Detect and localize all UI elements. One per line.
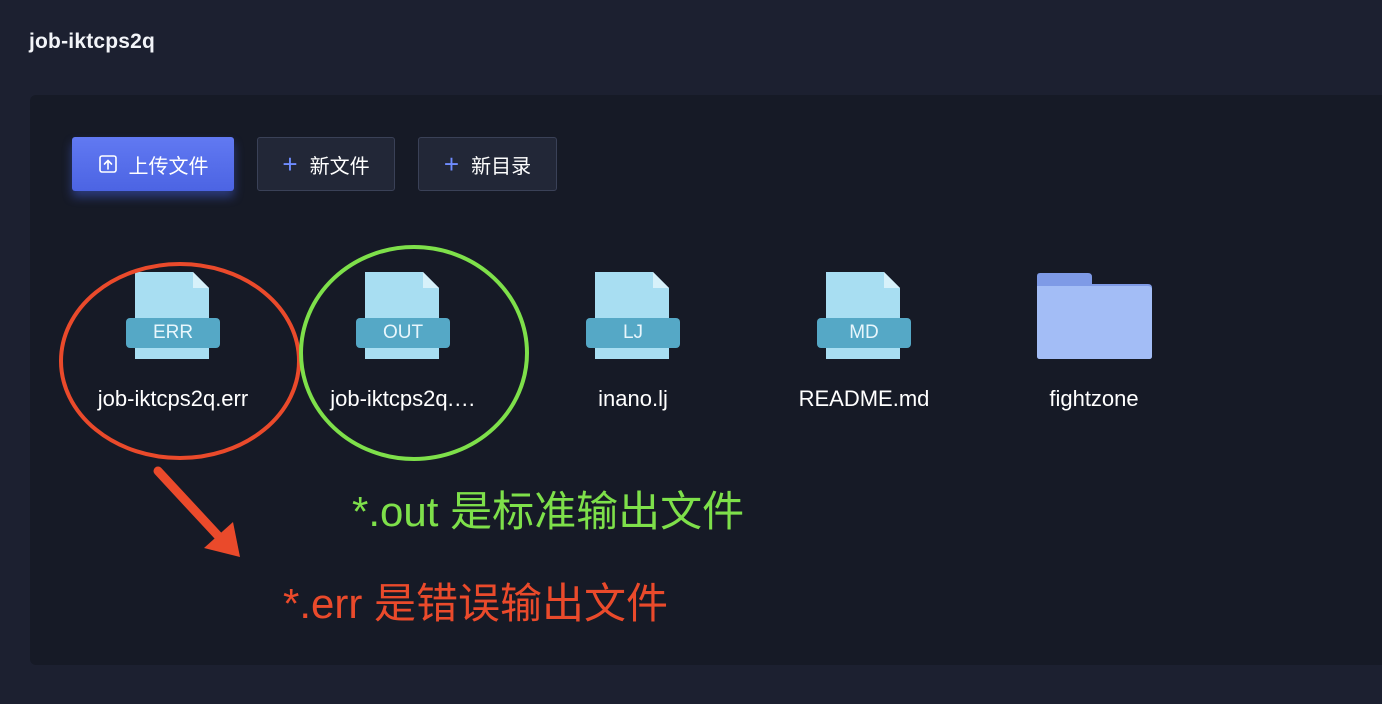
annotation-overlay — [59, 245, 529, 557]
green-circle-annotation — [299, 245, 529, 461]
red-circle-annotation — [59, 262, 301, 460]
red-arrow-annotation — [153, 466, 240, 557]
err-annotation-text: *.err 是错误输出文件 — [283, 580, 669, 627]
out-annotation-text: *.out 是标准输出文件 — [352, 488, 745, 535]
